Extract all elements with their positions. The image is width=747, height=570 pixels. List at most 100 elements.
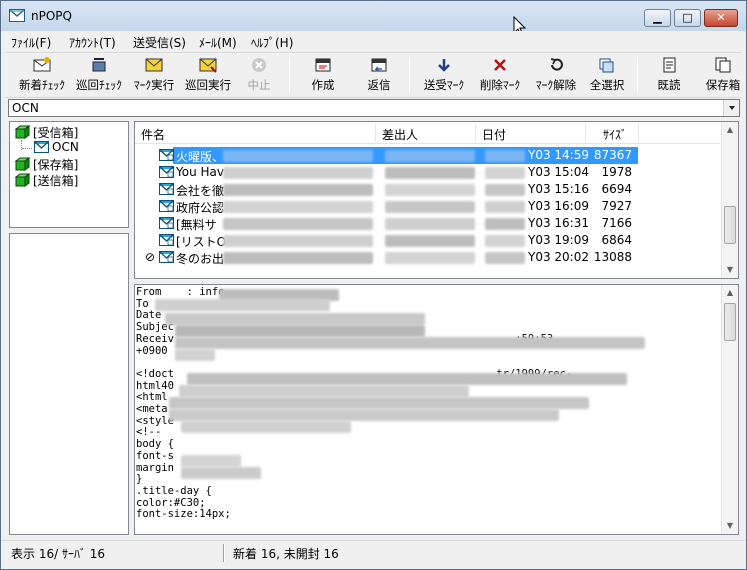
scroll-thumb[interactable] (724, 303, 736, 341)
reply-button[interactable]: 返信 (357, 55, 401, 97)
row-subject: [無料サ (176, 218, 217, 232)
unread-mail-icon (159, 183, 174, 195)
unread-mail-icon (159, 217, 174, 229)
cycle-check-button[interactable]: 巡回ﾁｪｯｸ (71, 55, 127, 97)
table-row[interactable]: 火曜版、 Y03 14:59 87367 (135, 147, 720, 164)
cycle-execute-button[interactable]: 巡回実行 (181, 55, 235, 97)
column-size[interactable]: ｻｲｽﾞ (603, 126, 627, 143)
menu-account[interactable]: ｱｶｳﾝﾄ(T) (69, 34, 116, 51)
table-row[interactable]: [無料サ Y03 16:31 7166 (135, 215, 720, 232)
copy-documents-icon (715, 57, 731, 73)
row-size: 1978 (601, 165, 632, 179)
attachment-clip-icon: ⊘ (145, 250, 156, 264)
mail-account-icon (34, 141, 49, 153)
compose-icon (315, 58, 331, 72)
info-panel (9, 233, 129, 535)
preview-line: .title-day { (136, 484, 212, 497)
toolbar: 新着ﾁｪｯｸ 巡回ﾁｪｯｸ ﾏｰｸ実行 巡回実行 中止 作成 返信 送受ﾏｰｸ … (5, 52, 742, 98)
table-row[interactable]: 政府公認 Y03 16:09 7927 (135, 198, 720, 215)
menu-file[interactable]: ﾌｧｲﾙ(F) (11, 34, 51, 51)
scroll-down-icon[interactable]: ▼ (722, 262, 738, 278)
app-window: nPOPQ ▁ □ ✕ ﾌｧｲﾙ(F) ｱｶｳﾝﾄ(T) 送受信(S) ﾒｰﾙ(… (0, 0, 747, 570)
menu-bar: ﾌｧｲﾙ(F) ｱｶｳﾝﾄ(T) 送受信(S) ﾒｰﾙ(M) ﾍﾙﾌﾟ(H) (5, 31, 742, 51)
chevron-down-icon[interactable] (723, 100, 739, 116)
reply-icon (371, 58, 387, 72)
close-button[interactable]: ✕ (704, 9, 738, 27)
scroll-thumb[interactable] (724, 206, 736, 244)
minimize-button[interactable]: ▁ (644, 9, 671, 27)
green-box-icon (15, 173, 30, 187)
new-mail-check-icon (33, 57, 51, 72)
row-size: 7927 (601, 199, 632, 213)
row-size: 13088 (593, 250, 632, 264)
message-preview[interactable]: From : infoToDateSubjecReceiv :59:53+090… (134, 284, 739, 535)
unread-mail-icon (159, 200, 174, 212)
folder-tree: [受信箱] OCN [保存箱] [送信箱] (9, 121, 129, 228)
unread-mail-icon (159, 234, 174, 246)
menu-send-receive[interactable]: 送受信(S) (133, 34, 186, 51)
preview-scrollbar[interactable]: ▲ ▼ (721, 285, 738, 534)
list-header: 件名 差出人 日付 ｻｲｽﾞ (135, 122, 720, 144)
account-select[interactable]: OCN (8, 99, 740, 117)
select-all-button[interactable]: 全選択 (585, 55, 629, 97)
save-box-button[interactable]: 保存箱 (699, 55, 747, 97)
row-subject: 会社を徹 (176, 184, 225, 198)
row-subject: [リストO (176, 235, 227, 249)
down-arrow-icon (438, 59, 450, 72)
preview-line: font-size:14px; (136, 508, 231, 521)
unread-mail-icon (159, 149, 174, 161)
cycle-check-icon (92, 58, 106, 72)
stop-icon (252, 58, 266, 72)
scroll-down-icon[interactable]: ▼ (722, 518, 738, 534)
cycle-execute-icon (199, 58, 217, 73)
document-icon (663, 57, 676, 73)
toolbar-separator (637, 57, 638, 93)
account-select-value: OCN (12, 101, 39, 115)
mark-execute-icon (145, 58, 163, 72)
menu-mail[interactable]: ﾒｰﾙ(M) (199, 34, 237, 51)
send-receive-mark-button[interactable]: 送受ﾏｰｸ (417, 55, 471, 97)
row-subject: You Hav (176, 165, 224, 179)
menu-help[interactable]: ﾍﾙﾌﾟ(H) (251, 34, 293, 51)
row-subject: 火曜版、 (176, 150, 225, 164)
table-row[interactable]: 会社を徹 Y03 15:16 6694 (135, 181, 720, 198)
mail-list[interactable]: 件名 差出人 日付 ｻｲｽﾞ 火曜版、 Y03 14:59 87367 You Hav… (134, 121, 739, 279)
toolbar-separator (289, 57, 290, 93)
column-subject[interactable]: 件名 (141, 126, 165, 143)
unmark-button[interactable]: ﾏｰｸ解除 (529, 55, 583, 97)
delete-mark-button[interactable]: 削除ﾏｰｸ (473, 55, 527, 97)
new-check-button[interactable]: 新着ﾁｪｯｸ (11, 55, 73, 97)
undo-icon (550, 58, 563, 71)
scroll-up-icon[interactable]: ▲ (722, 122, 738, 138)
list-scrollbar[interactable]: ▲ ▼ (721, 122, 738, 278)
title-bar: nPOPQ ▁ □ ✕ (1, 1, 746, 37)
scroll-up-icon[interactable]: ▲ (722, 285, 738, 301)
maximize-button[interactable]: □ (674, 9, 701, 27)
unread-mail-icon (159, 251, 174, 263)
mark-execute-button[interactable]: ﾏｰｸ実行 (127, 55, 181, 97)
green-box-icon (15, 157, 30, 171)
table-row[interactable]: You Hav Y03 15:04 1978 (135, 164, 720, 181)
column-date[interactable]: 日付 (482, 126, 506, 143)
toolbar-separator (409, 57, 410, 93)
unread-mail-icon (159, 166, 174, 178)
status-bar: 表示 16/ ｻｰﾊﾞ 16 新着 16, 未開封 16 (1, 540, 746, 565)
select-all-icon (599, 58, 614, 73)
row-subject: 冬のお出 (176, 252, 225, 266)
row-size: 87367 (593, 148, 632, 162)
table-row[interactable]: ⊘ 冬のお出 Y03 20:02 13088 (135, 249, 720, 266)
row-subject: 政府公認 (176, 201, 225, 215)
row-size: 7166 (601, 216, 632, 230)
status-new-count: 新着 16, 未開封 16 (233, 547, 339, 561)
compose-button[interactable]: 作成 (301, 55, 345, 97)
stop-button[interactable]: 中止 (239, 55, 279, 97)
row-size: 6864 (601, 233, 632, 247)
row-size: 6694 (601, 182, 632, 196)
mark-read-button[interactable]: 既読 (647, 55, 691, 97)
mail-app-icon (9, 9, 25, 22)
column-from[interactable]: 差出人 (382, 126, 418, 143)
window-title: nPOPQ (31, 9, 72, 23)
table-row[interactable]: [リストO Y03 19:09 6864 (135, 232, 720, 249)
green-box-icon (15, 125, 30, 139)
preview-line: From : info (136, 286, 225, 298)
